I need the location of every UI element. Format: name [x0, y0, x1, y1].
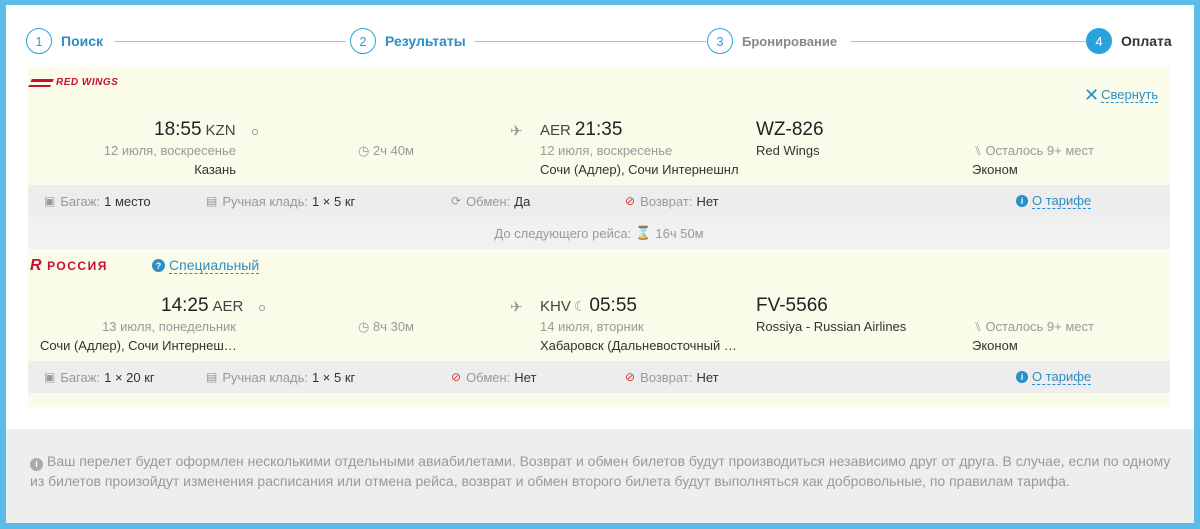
airline-name: Red Wings — [756, 143, 820, 158]
close-icon: ✕ — [1084, 85, 1100, 105]
hourglass-icon: ⌛ — [635, 225, 652, 240]
info-icon: i — [1016, 195, 1028, 207]
step-search[interactable]: 1 Поиск — [26, 27, 103, 55]
fare-type-link[interactable]: ? Специальный — [152, 257, 260, 274]
departure-city: Сочи (Адлер), Сочи Интернеш… — [40, 338, 237, 353]
help-icon: ? — [152, 259, 165, 272]
flight-duration: ◷ 2ч 40м — [358, 143, 414, 158]
departure-time: 14:25 AER — [161, 295, 266, 317]
carryon-info: ▤ Ручная кладь: 1 × 5 кг — [206, 193, 356, 209]
layover-time: 16ч 50м — [655, 225, 704, 241]
info-icon: i — [30, 457, 43, 471]
cabin-class: Эконом — [972, 162, 1018, 177]
fare-conditions-band: ▣ Багаж: 1 место ▤ Ручная кладь: 1 × 5 кг … — [28, 185, 1170, 217]
clock-icon: ◷ — [358, 319, 370, 334]
moon-icon: ☾ — [573, 298, 587, 314]
seat-icon: ⑊ — [974, 319, 982, 334]
step-number: 3 — [707, 28, 733, 54]
baggage-info: ▣ Багаж: 1 место — [44, 193, 151, 209]
arrival-city: Сочи (Адлер), Сочи Интернешнл — [540, 162, 739, 177]
airline-logo-rossiya: R РОССИЯ — [30, 257, 108, 274]
flight-number: WZ-826 — [756, 119, 824, 140]
notice-text: Ваш перелет будет оформлен несколькими о… — [30, 453, 1171, 489]
step-label: Результаты — [385, 33, 466, 49]
no-exchange-icon: ⊘ — [451, 370, 462, 384]
flight-duration: ◷ 8ч 30м — [358, 319, 414, 334]
layover-label: До следующего рейса: — [494, 225, 632, 241]
step-label: Бронирование — [742, 33, 838, 49]
itinerary-card: RED WINGS ✕ Свернуть 18:55 KZN 12 июля, … — [28, 67, 1170, 407]
departure-city: Казань — [194, 162, 236, 177]
step-connector — [114, 41, 346, 42]
arrival-time: AER 21:35 — [540, 119, 623, 140]
flight-number: FV-5566 — [756, 295, 828, 316]
departure-time: 18:55 KZN — [154, 119, 258, 141]
baggage-info: ▣ Багаж: 1 × 20 кг — [44, 369, 155, 385]
departure-date: 12 июля, воскресенье — [103, 143, 236, 158]
collapse-button[interactable]: ✕ Свернуть — [1084, 85, 1159, 105]
collapse-label: Свернуть — [1101, 87, 1159, 103]
refund-info: ⊘ Возврат: Нет — [625, 193, 719, 209]
fare-conditions-band: ▣ Багаж: 1 × 20 кг ▤ Ручная кладь: 1 × 5 к… — [28, 361, 1170, 393]
tariff-info-link[interactable]: i О тарифе — [1016, 369, 1092, 385]
separate-tickets-notice: i Ваш перелет будет оформлен несколькими … — [6, 429, 1194, 523]
step-label: Поиск — [61, 33, 104, 49]
exchange-icon: ⟳ — [451, 194, 462, 208]
no-refund-icon: ⊘ — [625, 194, 636, 208]
plane-icon: ✈ — [510, 123, 523, 140]
progress-stepper: 1 Поиск 2 Результаты 3 Бронирование 4 Оп… — [26, 27, 1176, 59]
clock-icon: ◷ — [358, 143, 370, 158]
step-label: Оплата — [1121, 33, 1172, 49]
step-booking: 3 Бронирование — [707, 27, 837, 55]
bag-icon: ▤ — [206, 194, 218, 208]
step-payment: 4 Оплата — [1086, 27, 1172, 55]
booking-frame: 1 Поиск 2 Результаты 3 Бронирование 4 Оп… — [6, 5, 1194, 523]
tariff-info-link[interactable]: i О тарифе — [1016, 193, 1092, 209]
step-number: 4 — [1086, 28, 1112, 54]
exchange-info: ⊘ Обмен: Нет — [451, 369, 537, 385]
seats-left: ⑊ Осталось 9+ мест — [974, 143, 1094, 158]
layover-bar: До следующего рейса: ⌛ 16ч 50м — [28, 217, 1170, 249]
seat-icon: ⑊ — [974, 143, 982, 158]
departure-date: 13 июля, понедельник — [102, 319, 236, 334]
carryon-info: ▤ Ручная кладь: 1 × 5 кг — [206, 369, 356, 385]
arrival-time: KHV ☾ 05:55 — [540, 295, 637, 316]
step-number: 1 — [26, 28, 52, 54]
exchange-info: ⟳ Обмен: Да — [451, 193, 531, 209]
step-results[interactable]: 2 Результаты — [350, 27, 466, 55]
stop-dot-icon — [251, 129, 258, 135]
no-refund-icon: ⊘ — [625, 370, 636, 384]
info-icon: i — [1016, 371, 1028, 383]
arrival-city: Хабаровск (Дальневосточный … — [540, 338, 737, 353]
wing-icon — [28, 78, 54, 87]
suitcase-icon: ▣ — [44, 194, 56, 208]
refund-info: ⊘ Возврат: Нет — [625, 369, 719, 385]
step-connector — [474, 41, 706, 42]
stop-dot-icon — [259, 305, 266, 311]
bag-icon: ▤ — [206, 370, 218, 384]
arrival-date: 14 июля, вторник — [540, 319, 644, 334]
airline-logo-red-wings: RED WINGS — [28, 77, 118, 88]
step-connector — [851, 41, 1086, 42]
suitcase-icon: ▣ — [44, 370, 56, 384]
plane-icon: ✈ — [510, 299, 523, 316]
seats-left: ⑊ Осталось 9+ мест — [974, 319, 1094, 334]
step-number: 2 — [350, 28, 376, 54]
arrival-date: 12 июля, воскресенье — [540, 143, 673, 158]
rossiya-mark-icon: R — [30, 257, 44, 274]
cabin-class: Эконом — [972, 338, 1018, 353]
airline-name: Rossiya - Russian Airlines — [756, 319, 907, 334]
